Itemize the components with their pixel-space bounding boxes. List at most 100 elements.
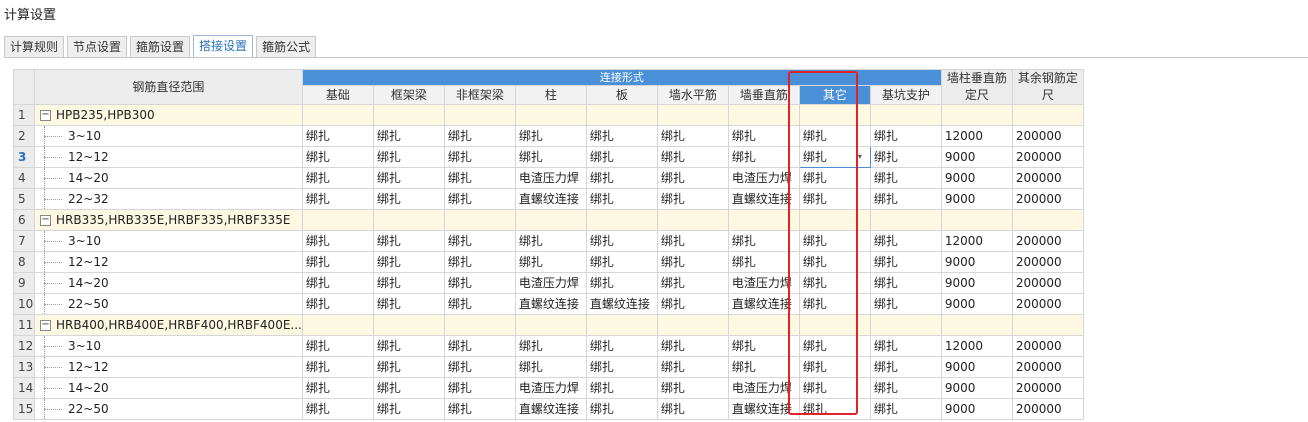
connection-type-cell[interactable]: 绑扎 [656,188,729,210]
connection-type-cell[interactable]: 直螺纹连接 [727,188,800,210]
connection-type-cell[interactable]: 绑扎 [514,335,587,357]
wall-column-length-cell[interactable]: 9000 [940,146,1013,168]
diameter-range-cell[interactable]: 22~32 [34,188,303,210]
connection-type-cell[interactable]: 绑扎 [514,251,587,273]
connection-type-cell[interactable]: 绑扎 [585,167,658,189]
wall-column-length-cell[interactable]: 12000 [940,335,1013,357]
connection-type-cell[interactable]: 绑扎 [656,272,729,294]
connection-type-cell[interactable]: 绑扎 [372,230,445,252]
connection-type-cell[interactable]: 绑扎 [301,251,374,273]
table-row[interactable]: 12 3~10 绑扎 绑扎 绑扎 绑扎 绑扎 绑扎 绑扎 绑扎 绑扎 12000 200000 [13,335,1084,357]
diameter-range-cell[interactable]: 3~10 [34,230,303,252]
connection-type-cell[interactable]: 绑扎 [585,335,658,357]
connection-type-cell[interactable]: 绑扎 [798,377,871,399]
connection-type-cell[interactable]: 绑扎 [656,356,729,378]
connection-type-cell[interactable]: 直螺纹连接 [514,398,587,420]
row-number[interactable]: 7 [13,230,35,252]
other-length-cell[interactable]: 200000 [1011,398,1084,420]
connection-type-cell[interactable]: 绑扎 [798,272,871,294]
row-number[interactable]: 8 [13,251,35,273]
table-row[interactable]: 4 14~20 绑扎 绑扎 绑扎 电渣压力焊 绑扎 绑扎 电渣压力焊 绑扎 绑扎 9000 200000 [13,167,1084,189]
other-length-cell[interactable]: 200000 [1011,167,1084,189]
diameter-range-cell[interactable]: 3~10 [34,335,303,357]
row-number[interactable]: 14 [13,377,35,399]
diameter-range-cell[interactable]: 12~12 [34,356,303,378]
connection-type-cell[interactable]: 绑扎 [656,146,729,168]
connection-type-cell[interactable]: 绑扎 [301,398,374,420]
connection-type-cell[interactable]: 绑扎 [443,251,516,273]
connection-type-cell[interactable]: 绑扎 [656,230,729,252]
table-row[interactable]: 9 14~20 绑扎 绑扎 绑扎 电渣压力焊 绑扎 绑扎 电渣压力焊 绑扎 绑扎 9000 200000 [13,272,1084,294]
connection-type-cell[interactable]: 绑扎 [514,146,587,168]
connection-type-cell[interactable]: 绑扎 [869,293,942,315]
row-number[interactable]: 2 [13,125,35,147]
connection-type-cell[interactable]: 绑扎 [798,398,871,420]
connection-type-cell[interactable]: 绑扎 [727,146,800,168]
connection-type-cell[interactable]: 直螺纹连接 [727,293,800,315]
connection-type-cell[interactable]: 绑扎 [514,125,587,147]
wall-column-length-cell[interactable]: 12000 [940,125,1013,147]
connection-type-cell[interactable]: 绑扎 [585,125,658,147]
connection-type-cell[interactable]: 绑扎 [301,125,374,147]
connection-type-cell[interactable]: 绑扎 [443,356,516,378]
connection-type-cell[interactable]: 电渣压力焊 [514,377,587,399]
other-length-cell[interactable]: 200000 [1011,293,1084,315]
connection-type-cell[interactable]: 绑扎 [727,230,800,252]
connection-type-cell[interactable]: 绑扎 [869,272,942,294]
connection-type-cell[interactable]: 绑扎 [798,188,871,210]
connection-type-cell[interactable]: 绑扎 [372,188,445,210]
connection-type-cell[interactable]: 直螺纹连接 [514,293,587,315]
connection-type-cell[interactable]: 绑扎 [798,167,871,189]
wall-column-length-cell[interactable]: 9000 [940,293,1013,315]
col-header-wall-horizontal[interactable]: 墙水平筋 [656,84,729,106]
wall-column-length-cell[interactable]: 9000 [940,377,1013,399]
connection-type-cell[interactable]: 绑扎 [443,335,516,357]
connection-type-cell[interactable]: 绑扎 [869,146,942,168]
diameter-range-cell[interactable]: 12~12 [34,251,303,273]
connection-type-cell[interactable]: 绑扎 [372,251,445,273]
connection-type-cell[interactable]: 绑扎 [727,335,800,357]
connection-type-cell[interactable]: 绑扎 [301,377,374,399]
connection-type-cell[interactable]: 绑扎 [372,356,445,378]
tab-stirrup-formula[interactable]: 箍筋公式 [256,36,317,57]
connection-type-cell[interactable]: 绑扎 [301,335,374,357]
connection-type-cell[interactable]: 绑扎 [656,398,729,420]
table-row[interactable]: 15 22~50 绑扎 绑扎 绑扎 直螺纹连接 绑扎 绑扎 直螺纹连接 绑扎 绑扎 9000 20000… [13,398,1084,420]
connection-type-cell[interactable]: 绑扎 [869,356,942,378]
col-header-foundation[interactable]: 基础 [301,84,374,106]
connection-type-cell[interactable]: 绑扎 [869,188,942,210]
connection-type-cell[interactable]: 绑扎 [585,377,658,399]
other-length-cell[interactable]: 200000 [1011,230,1084,252]
caret-down-icon[interactable]: ▾ [858,148,862,167]
wall-column-length-cell[interactable]: 9000 [940,272,1013,294]
group-label-cell[interactable]: − HRB335,HRB335E,HRBF335,HRBF335E [34,209,303,231]
connection-type-cell[interactable]: 绑扎 [372,293,445,315]
connection-type-cell[interactable]: 直螺纹连接 [727,398,800,420]
row-number[interactable]: 13 [13,356,35,378]
connection-type-cell[interactable]: 绑扎 [585,230,658,252]
connection-type-cell[interactable]: 绑扎 [301,230,374,252]
table-row[interactable]: 10 22~50 绑扎 绑扎 绑扎 直螺纹连接 直螺纹连接 绑扎 直螺纹连接 绑扎 绑扎 9000 20… [13,293,1084,315]
collapse-icon[interactable]: − [40,110,51,121]
tab-calc-rules[interactable]: 计算规则 [4,36,65,57]
connection-type-cell[interactable]: 绑扎 [869,230,942,252]
connection-type-cell[interactable]: 直螺纹连接 [585,293,658,315]
table-row[interactable]: 8 12~12 绑扎 绑扎 绑扎 绑扎 绑扎 绑扎 绑扎 绑扎 绑扎 9000 200000 [13,251,1084,273]
connection-type-cell[interactable]: 绑扎 [301,356,374,378]
diameter-range-cell[interactable]: 14~20 [34,377,303,399]
connection-type-cell[interactable]: 绑扎 [514,230,587,252]
diameter-range-cell[interactable]: 14~20 [34,272,303,294]
connection-type-cell[interactable]: 绑扎 [585,272,658,294]
diameter-range-cell[interactable]: 3~10 [34,125,303,147]
other-length-cell[interactable]: 200000 [1011,335,1084,357]
connection-type-cell[interactable]: 绑扎 [585,398,658,420]
connection-type-cell[interactable]: 绑扎 [656,167,729,189]
connection-type-cell[interactable]: 绑扎 [798,251,871,273]
connection-type-cell[interactable]: 绑扎 [656,125,729,147]
connection-type-cell[interactable]: 绑扎 [443,167,516,189]
table-row[interactable]: 5 22~32 绑扎 绑扎 绑扎 直螺纹连接 绑扎 绑扎 直螺纹连接 绑扎 绑扎 9000 200000 [13,188,1084,210]
group-row[interactable]: 1− HPB235,HPB300 [13,104,1084,126]
table-row[interactable]: 7 3~10 绑扎 绑扎 绑扎 绑扎 绑扎 绑扎 绑扎 绑扎 绑扎 12000 200000 [13,230,1084,252]
collapse-icon[interactable]: − [40,320,51,331]
collapse-icon[interactable]: − [40,215,51,226]
